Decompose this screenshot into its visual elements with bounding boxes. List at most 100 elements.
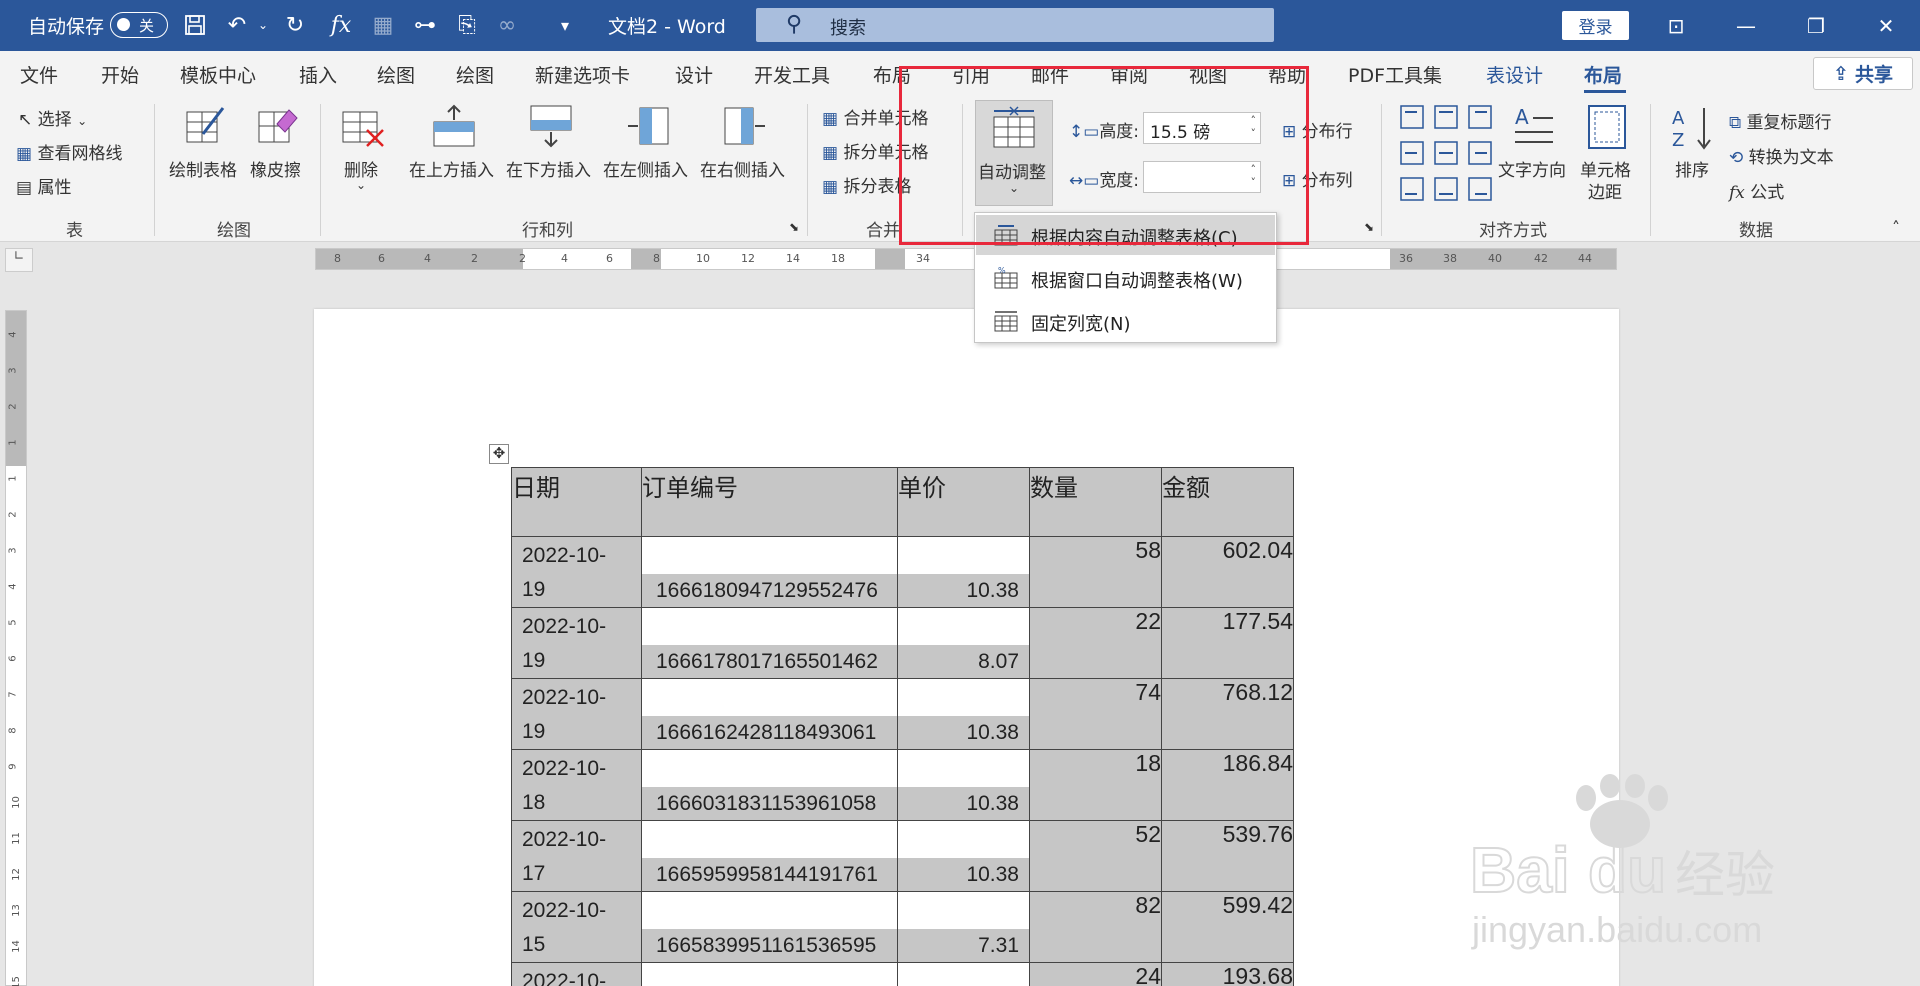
formula-button[interactable]: fx 公式 [1729, 178, 1784, 203]
cell-price[interactable]: 8.07 [897, 607, 1030, 679]
ribbon-display-icon[interactable]: ⊡ [1656, 8, 1696, 44]
share-button[interactable]: ⇪ 共享 [1813, 57, 1913, 90]
cell-qty[interactable]: 22 [1029, 607, 1162, 679]
cell-date[interactable]: 2022-10- 19 [511, 536, 642, 608]
close-icon[interactable]: ✕ [1866, 8, 1906, 44]
redo-icon[interactable]: ↻ [280, 10, 310, 40]
header-qty[interactable]: 数量 [1029, 467, 1162, 537]
cell-qty[interactable]: 82 [1029, 891, 1162, 963]
org-chart-icon[interactable]: ⊶ [410, 10, 440, 40]
draw-table-button[interactable]: 绘制表格 [169, 156, 237, 181]
header-price[interactable]: 单价 [897, 467, 1030, 537]
tab-table-layout[interactable]: 布局 [1584, 61, 1622, 88]
alignment-grid-icon[interactable] [1399, 104, 1495, 204]
cell-amount[interactable]: 539.76 [1161, 820, 1294, 892]
cell-price[interactable]: 10.38 [897, 536, 1030, 608]
cell-size-launcher-icon[interactable]: ⬊ [1364, 220, 1374, 234]
rows-cols-launcher-icon[interactable]: ⬊ [789, 220, 799, 234]
select-button[interactable]: ↖ 选择 ⌄ [18, 105, 87, 130]
tab-templates[interactable]: 模板中心 [180, 61, 256, 88]
insert-right-button[interactable]: 在右侧插入 [700, 156, 785, 181]
cell-order-no[interactable]: 1666031831153961058 [641, 749, 898, 821]
link-icon[interactable]: ∞ [492, 10, 522, 40]
restore-icon[interactable]: ❐ [1796, 8, 1836, 44]
tab-selector[interactable]: ∟ [5, 248, 33, 272]
collapse-ribbon-icon[interactable]: ˄ [1892, 218, 1900, 237]
cell-date[interactable]: 2022-10- 15 [511, 891, 642, 963]
cell-price[interactable] [897, 962, 1030, 986]
insert-left-button[interactable]: 在左侧插入 [603, 156, 688, 181]
insert-below-button[interactable]: 在下方插入 [506, 156, 591, 181]
header-order-no[interactable]: 订单编号 [641, 467, 898, 537]
sort-button[interactable]: 排序 [1675, 156, 1709, 181]
tab-home[interactable]: 开始 [101, 61, 139, 88]
cell-date[interactable]: 2022-10- 18 [511, 749, 642, 821]
undo-dropdown-icon[interactable]: ⌄ [248, 10, 278, 40]
cell-qty[interactable]: 74 [1029, 678, 1162, 750]
header-date[interactable]: 日期 [511, 467, 642, 537]
customize-toolbar-icon[interactable]: ▾ [550, 10, 580, 40]
properties-button[interactable]: ▤ 属性 [16, 173, 71, 198]
tab-pdf-tools[interactable]: PDF工具集 [1348, 61, 1442, 88]
minimize-icon[interactable]: — [1726, 8, 1766, 44]
cell-amount[interactable]: 602.04 [1161, 536, 1294, 608]
formula-icon[interactable]: fx [326, 10, 356, 40]
document-icon[interactable]: ⎘ [452, 10, 482, 40]
delete-dropdown-icon[interactable]: ⌄ [356, 178, 366, 192]
cell-qty[interactable]: 52 [1029, 820, 1162, 892]
cell-date[interactable]: 2022-10- 19 [511, 607, 642, 679]
view-gridlines-button[interactable]: ▦ 查看网格线 [16, 139, 122, 164]
save-icon[interactable] [180, 10, 210, 40]
vertical-ruler[interactable]: 4 3 2 1 1 2 3 4 5 6 7 8 9 10 11 12 13 14 15 [5, 310, 27, 986]
tab-developer[interactable]: 开发工具 [754, 61, 830, 88]
autosave-toggle[interactable]: 关 [110, 12, 168, 38]
insert-above-button[interactable]: 在上方插入 [409, 156, 494, 181]
ruler-number: 6 [7, 655, 19, 662]
tab-insert[interactable]: 插入 [299, 61, 337, 88]
tab-table-design[interactable]: 表设计 [1486, 61, 1543, 88]
tab-draw[interactable]: 绘图 [377, 61, 415, 88]
tab-design[interactable]: 设计 [675, 61, 713, 88]
menu-autofit-window[interactable]: % 根据窗口自动调整表格(W) [976, 258, 1275, 298]
eraser-button[interactable]: 橡皮擦 [250, 156, 301, 181]
cell-margins-button-line2[interactable]: 边距 [1588, 178, 1622, 203]
cell-order-no[interactable] [641, 962, 898, 986]
cell-amount[interactable]: 186.84 [1161, 749, 1294, 821]
cell-price[interactable]: 10.38 [897, 678, 1030, 750]
login-button[interactable]: 登录 [1562, 11, 1629, 40]
text-direction-button[interactable]: 文字方向 [1498, 156, 1566, 181]
table-move-handle-icon[interactable]: ✥ [489, 444, 509, 464]
search-box[interactable]: ⚲ 搜索 [756, 8, 1274, 42]
cell-amount[interactable]: 193.68 [1161, 962, 1294, 986]
cell-price[interactable]: 10.38 [897, 749, 1030, 821]
table-row: 2022-10- 24 193.68 [511, 962, 1294, 986]
tab-file[interactable]: 文件 [20, 61, 58, 88]
cell-qty[interactable]: 58 [1029, 536, 1162, 608]
cell-amount[interactable]: 599.42 [1161, 891, 1294, 963]
repeat-header-button[interactable]: ⧉ 重复标题行 [1729, 108, 1832, 133]
cell-order-no[interactable]: 1666180947129552476 [641, 536, 898, 608]
cell-price[interactable]: 7.31 [897, 891, 1030, 963]
header-amount[interactable]: 金额 [1161, 467, 1294, 537]
group-title-alignment: 对齐方式 [1479, 221, 1547, 241]
cell-order-no[interactable]: 1666178017165501462 [641, 607, 898, 679]
cell-qty[interactable]: 18 [1029, 749, 1162, 821]
cell-order-no[interactable]: 1666162428118493061 [641, 678, 898, 750]
cell-amount[interactable]: 768.12 [1161, 678, 1294, 750]
cell-date[interactable]: 2022-10- 17 [511, 820, 642, 892]
convert-to-text-button[interactable]: ⟲ 转换为文本 [1729, 143, 1834, 168]
cell-date[interactable]: 2022-10- 19 [511, 678, 642, 750]
cell-amount[interactable]: 177.54 [1161, 607, 1294, 679]
cell-price[interactable]: 10.38 [897, 820, 1030, 892]
cell-date[interactable]: 2022-10- [511, 962, 642, 986]
menu-fixed-column-width[interactable]: 固定列宽(N) [976, 301, 1275, 341]
select-icon[interactable]: ▦ [368, 10, 398, 40]
tab-new-tab[interactable]: 新建选项卡 [535, 61, 630, 88]
tab-draw-2[interactable]: 绘图 [456, 61, 494, 88]
orders-table[interactable]: 日期 订单编号 单价 数量 金额 2022-10- 19 1666180947129… [511, 467, 1294, 986]
cell-order-no[interactable]: 1665959958144191761 [641, 820, 898, 892]
cell-order-no[interactable]: 1665839951161536595 [641, 891, 898, 963]
ruler-number: 6 [378, 252, 385, 265]
cell-qty[interactable]: 24 [1029, 962, 1162, 986]
horizontal-ruler[interactable]: 8 6 4 2 2 4 6 8 10 12 14 18 34 36 38 40 42 44 [315, 248, 1617, 270]
